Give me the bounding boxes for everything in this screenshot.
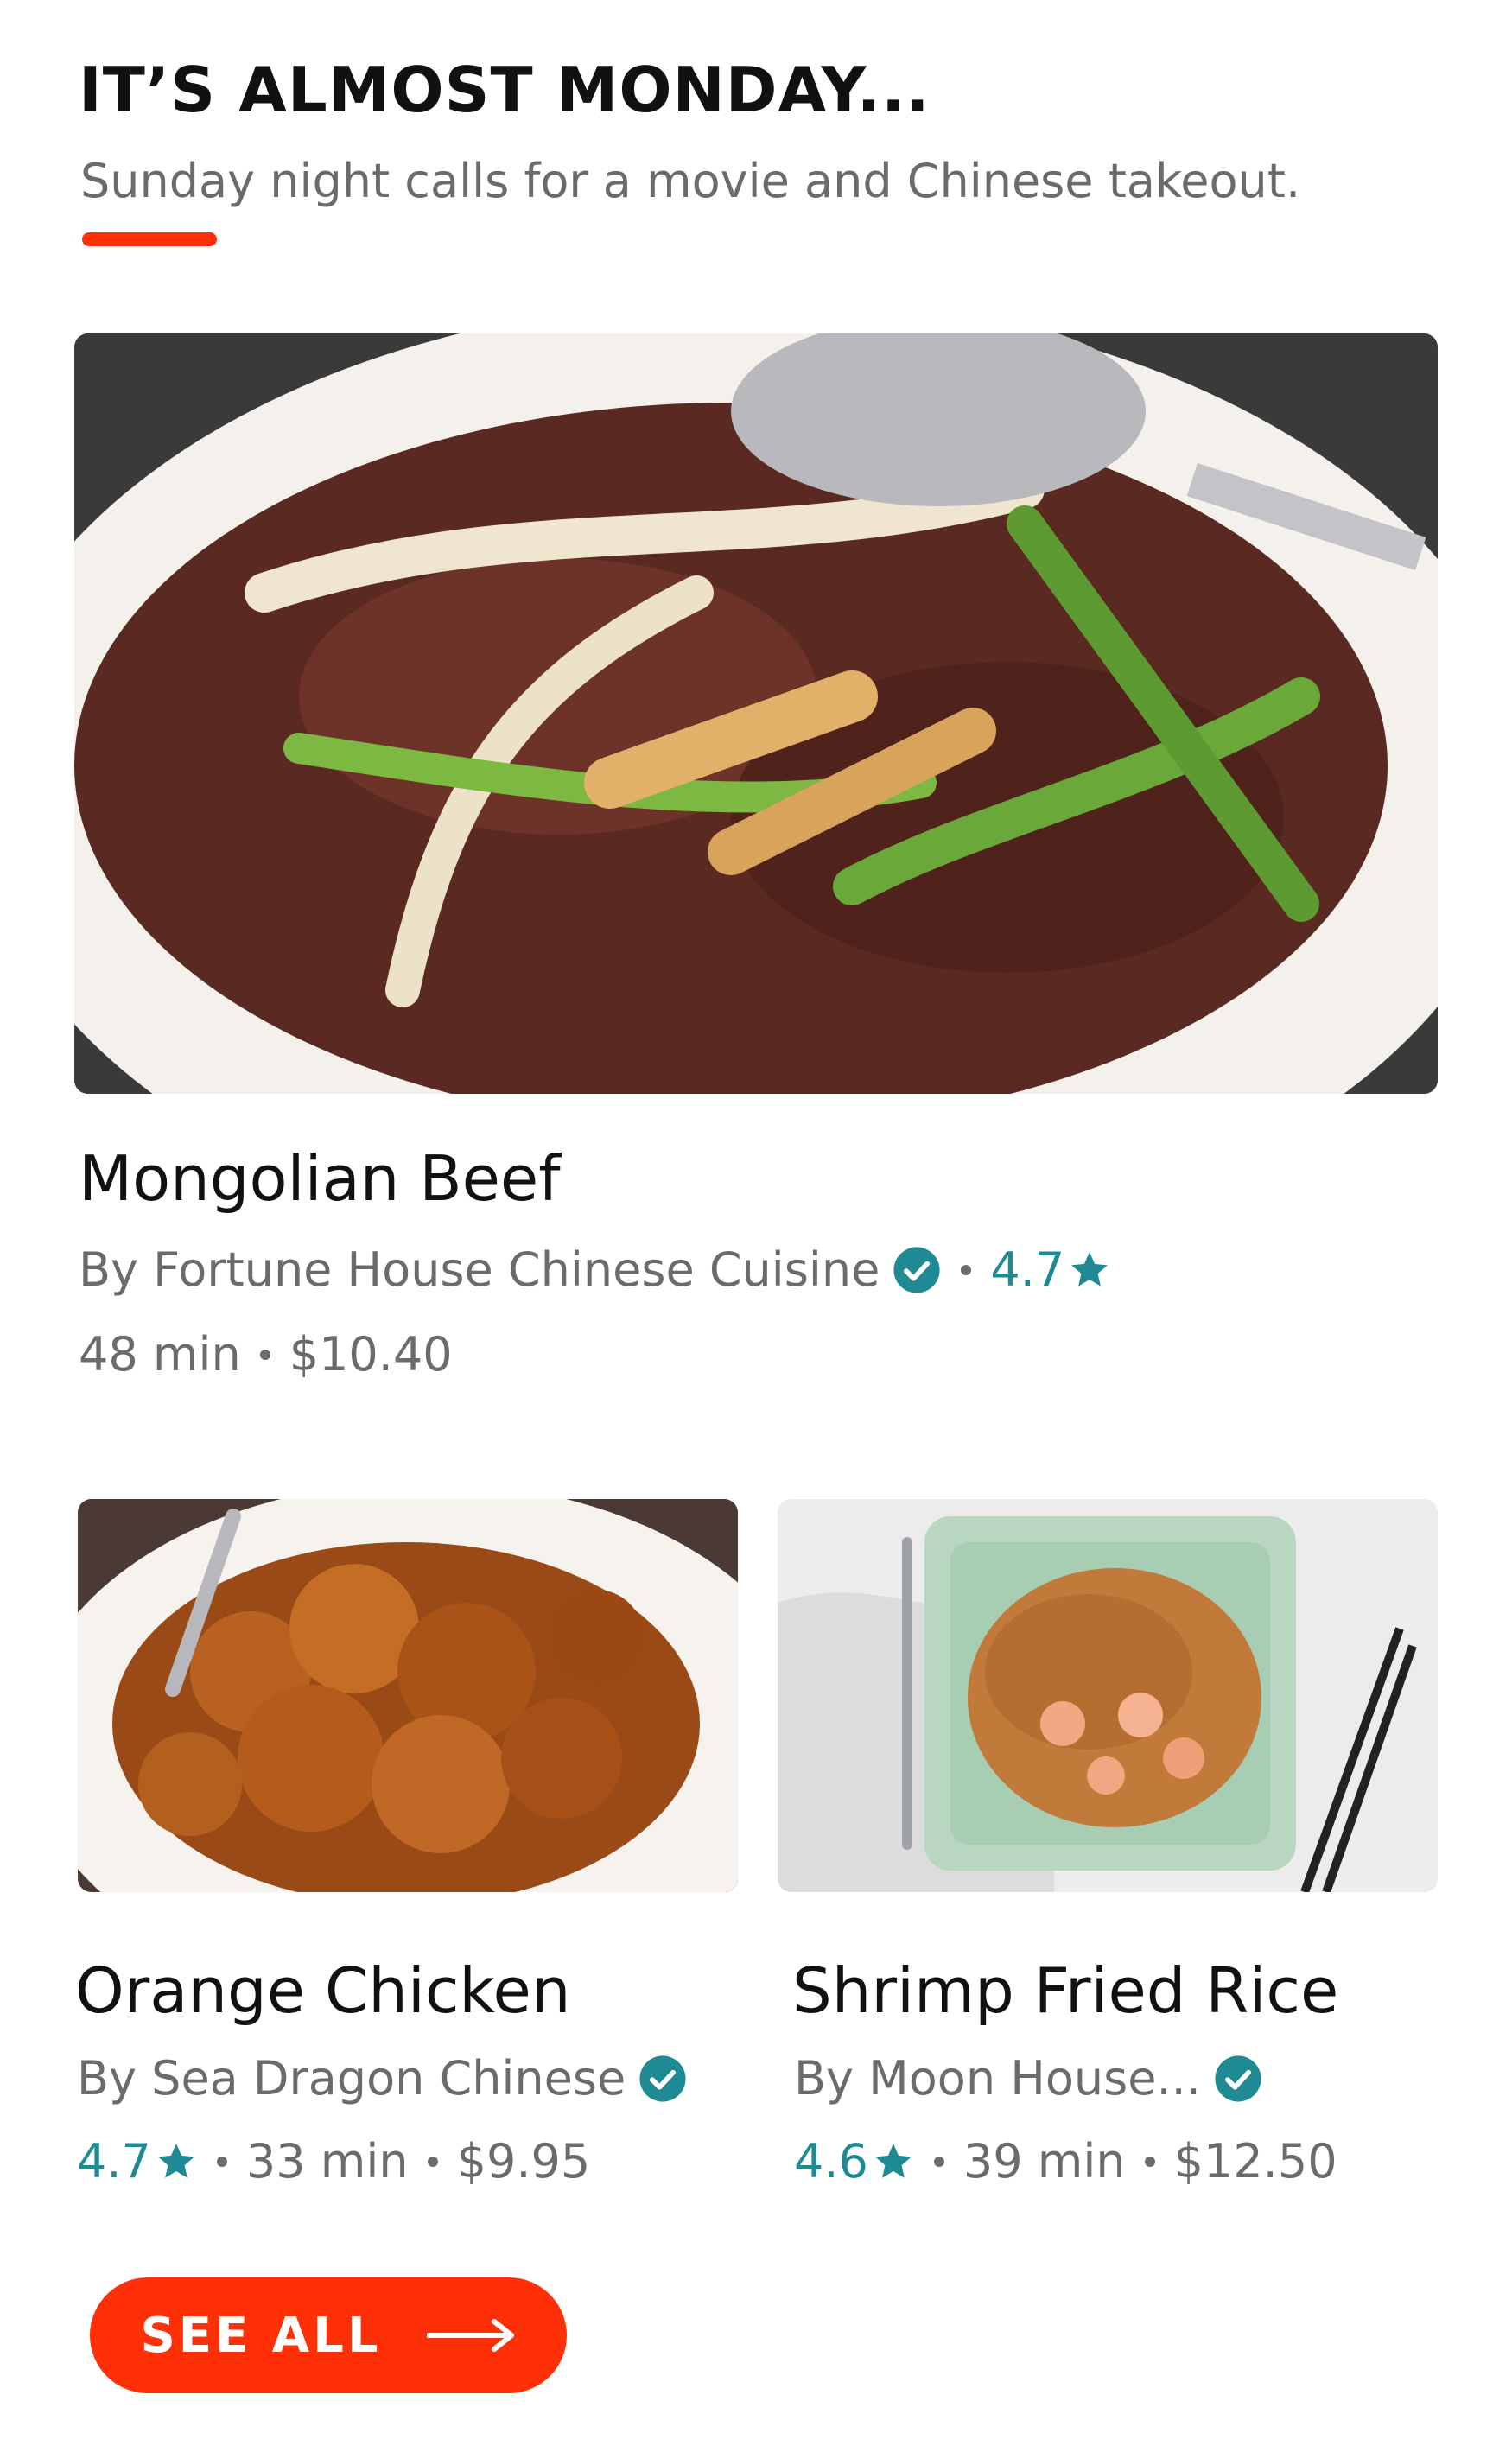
price-shrimp-fried-rice: $12.50 — [1173, 2134, 1337, 2188]
featured-dish-card[interactable] — [74, 333, 1438, 1094]
info-row-orange-chicken: 4.7 33 min $9.95 — [77, 2134, 590, 2188]
featured-price: $10.40 — [289, 1327, 453, 1382]
star-icon — [158, 2143, 194, 2178]
verified-check-icon — [639, 2055, 686, 2102]
time-shrimp-fried-rice: 39 min — [962, 2134, 1126, 2188]
featured-store-row: By Fortune House Chinese Cuisine 4.7 — [79, 1242, 1111, 1297]
separator-dot — [427, 2156, 438, 2167]
featured-delivery-row: 48 min $10.40 — [79, 1327, 453, 1382]
arrow-right-icon — [426, 2319, 514, 2352]
time-orange-chicken: 33 min — [245, 2134, 409, 2188]
store-row-orange-chicken: By Sea Dragon Chinese — [77, 2051, 688, 2106]
verified-check-icon — [893, 1246, 940, 1293]
store-row-shrimp-fried-rice: By Moon House... — [794, 2051, 1263, 2106]
dish-card-shrimp-fried-rice[interactable] — [778, 1499, 1438, 1892]
see-all-button[interactable]: SEE ALL — [90, 2277, 567, 2393]
featured-store-name[interactable]: By Fortune House Chinese Cuisine — [79, 1242, 880, 1297]
verified-check-icon — [1215, 2055, 1261, 2102]
separator-dot — [1144, 2156, 1155, 2167]
section-subtitle: Sunday night calls for a movie and Chine… — [80, 154, 1301, 208]
dish-card-orange-chicken[interactable] — [78, 1499, 738, 1892]
shrimp-fried-rice-photo — [778, 1499, 1438, 1892]
mongolian-beef-photo — [74, 333, 1438, 1094]
separator-dot — [933, 2156, 944, 2167]
star-icon — [1071, 1251, 1109, 1286]
store-name-shrimp-fried-rice[interactable]: By Moon House... — [794, 2051, 1201, 2106]
price-orange-chicken: $9.95 — [456, 2134, 591, 2188]
store-name-orange-chicken[interactable]: By Sea Dragon Chinese — [77, 2051, 626, 2106]
featured-time: 48 min — [79, 1327, 241, 1382]
dish-name-orange-chicken[interactable]: Orange Chicken — [75, 1954, 570, 2027]
featured-rating: 4.7 — [990, 1242, 1065, 1297]
rating-shrimp-fried-rice: 4.6 — [794, 2134, 868, 2188]
separator-dot — [259, 1349, 270, 1360]
separator-dot — [216, 2156, 227, 2167]
star-icon — [875, 2143, 912, 2178]
dish-name-shrimp-fried-rice[interactable]: Shrimp Fried Rice — [792, 1954, 1338, 2027]
info-row-shrimp-fried-rice: 4.6 39 min $12.50 — [794, 2134, 1337, 2188]
featured-dish-name[interactable]: Mongolian Beef — [79, 1142, 561, 1215]
see-all-label: SEE ALL — [140, 2307, 382, 2364]
section-title: IT’S ALMOST MONDAY... — [79, 54, 931, 126]
rating-orange-chicken: 4.7 — [77, 2134, 151, 2188]
orange-chicken-photo — [78, 1499, 738, 1892]
accent-underline — [82, 232, 217, 246]
separator-dot — [961, 1264, 972, 1275]
